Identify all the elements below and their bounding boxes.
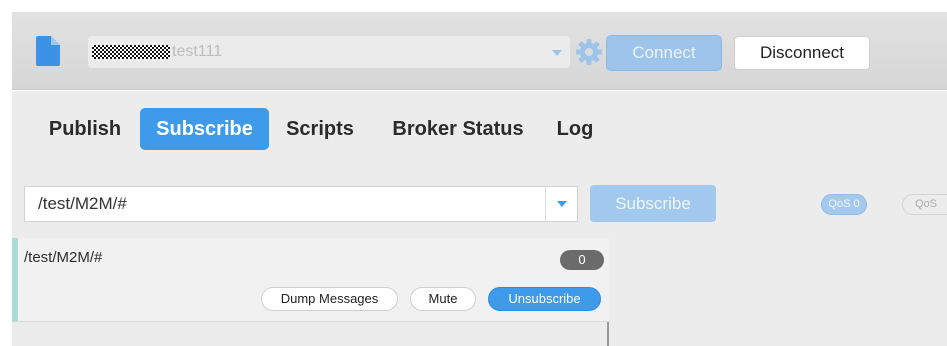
topic-history-dropdown[interactable]: [545, 187, 577, 221]
subscriptions-panel: /test/M2M/# 0 Dump Messages Mute Unsubsc…: [12, 238, 609, 346]
topic-input[interactable]: /test/M2M/#: [24, 186, 578, 222]
redacted-text-mask: [92, 45, 170, 59]
subscription-item[interactable]: /test/M2M/# 0 Dump Messages Mute Unsubsc…: [12, 238, 609, 322]
dump-messages-button[interactable]: Dump Messages: [261, 287, 398, 311]
connection-toolbar: test111 Connect Disconnect: [12, 12, 947, 90]
subscription-topic: /test/M2M/#: [24, 249, 103, 266]
connection-profile-name: test111: [172, 43, 223, 60]
tab-scripts[interactable]: Scripts: [278, 108, 362, 150]
tab-publish[interactable]: Publish: [40, 108, 130, 150]
unsubscribe-button[interactable]: Unsubscribe: [488, 287, 601, 311]
connection-profile-select[interactable]: test111: [88, 36, 570, 68]
tab-broker-status[interactable]: Broker Status: [384, 108, 532, 150]
message-count-badge: 0: [560, 250, 604, 270]
qos-0-toggle[interactable]: QoS 0: [821, 194, 867, 215]
chevron-down-icon: [557, 201, 567, 207]
topic-input-value: /test/M2M/#: [38, 194, 127, 213]
tab-log[interactable]: Log: [550, 108, 600, 150]
gear-icon[interactable]: [576, 39, 602, 65]
tab-subscribe[interactable]: Subscribe: [140, 108, 269, 150]
connect-button[interactable]: Connect: [606, 35, 722, 71]
mute-button[interactable]: Mute: [410, 287, 476, 311]
file-icon: [36, 36, 60, 66]
subscribe-button[interactable]: Subscribe: [590, 185, 716, 222]
main-panel: Publish Subscribe Scripts Broker Status …: [12, 91, 947, 346]
chevron-down-icon[interactable]: [552, 50, 562, 56]
disconnect-button[interactable]: Disconnect: [734, 36, 870, 70]
qos-1-toggle[interactable]: QoS: [902, 194, 947, 215]
